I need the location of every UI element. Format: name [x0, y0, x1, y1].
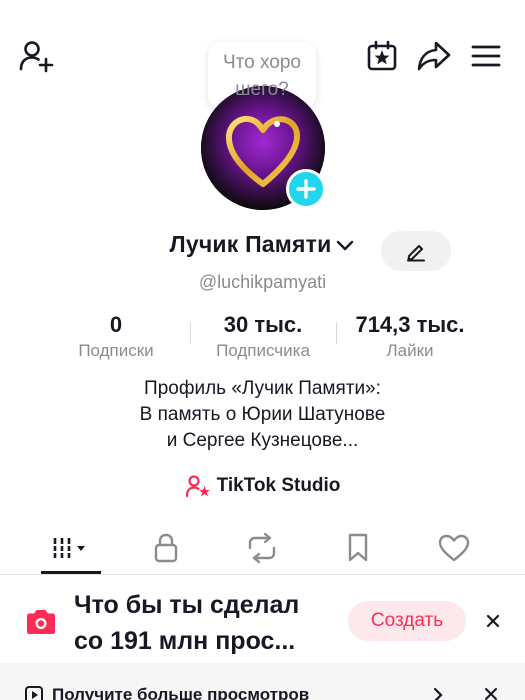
camera-icon — [27, 610, 55, 634]
tooltip-line-2: шего? — [235, 79, 289, 100]
promo-text: Что бы ты сделал со 191 млн прос... — [74, 587, 340, 659]
pencil-icon — [407, 245, 425, 262]
tooltip-line-1: Что хоро — [223, 52, 301, 73]
bio[interactable]: Профиль «Лучик Памяти»: В память о Юрии … — [0, 376, 525, 454]
username: @luchikpamyati — [198, 272, 327, 292]
promo-close-button[interactable] — [480, 605, 506, 637]
promo-banner[interactable]: Что бы ты сделал со 191 млн прос... Созд… — [0, 575, 525, 663]
followers-label: Подписчика — [216, 341, 310, 360]
boost-views-row: Получите больше просмотров — [24, 685, 309, 700]
bio-line-1: Профиль «Лучик Памяти»: — [144, 378, 381, 399]
edit-profile-button[interactable] — [381, 231, 451, 271]
chevron-right-icon — [433, 687, 443, 700]
create-button[interactable]: Создать — [348, 601, 466, 641]
share-icon — [417, 41, 451, 71]
tab-private[interactable] — [136, 522, 196, 574]
close-icon — [486, 614, 500, 628]
tab-bookmarks[interactable] — [328, 522, 388, 574]
profile-tabs — [0, 522, 525, 574]
following-count: 0 — [109, 312, 123, 337]
tooltip-bubble: Что хоро шего? — [208, 42, 316, 121]
repost-icon — [248, 532, 276, 564]
plus-icon — [296, 179, 316, 199]
promote-icon — [25, 686, 43, 700]
tab-videos[interactable] — [41, 522, 101, 574]
stat-likes[interactable]: 714,3 тыс. Лайки — [340, 312, 480, 362]
menu-button[interactable] — [464, 34, 508, 78]
videos-grid-icon — [52, 538, 85, 558]
share-button[interactable] — [412, 34, 456, 78]
bookmark-icon — [348, 533, 368, 562]
likes-count: 714,3 тыс. — [355, 312, 465, 337]
boost-views-text: Получите больше просмотров — [52, 685, 310, 700]
add-friend-icon — [19, 41, 54, 73]
add-friend-button[interactable] — [14, 34, 58, 78]
menu-icon — [471, 45, 501, 67]
display-name: Лучик Памяти — [169, 231, 332, 257]
tiktok-studio-label: TikTok Studio — [216, 475, 341, 496]
stat-following[interactable]: 0 Подписки — [66, 312, 166, 362]
likes-label: Лайки — [386, 341, 434, 360]
tab-reposts[interactable] — [232, 522, 292, 574]
bio-line-3: и Сергее Кузнецове... — [166, 430, 359, 451]
boost-views-banner[interactable]: Получите больше просмотров — [0, 663, 525, 700]
stat-divider — [190, 322, 191, 344]
heart-icon — [438, 534, 470, 562]
promo-line-1: Что бы ты сделал — [74, 591, 300, 619]
calendar-star-icon — [367, 40, 397, 71]
studio-person-star-icon — [185, 475, 210, 498]
close-icon[interactable] — [484, 687, 498, 700]
bio-line-2: В память о Юрии Шатунове — [139, 404, 386, 425]
followers-count: 30 тыс. — [223, 312, 303, 337]
promo-line-2: со 191 млн прос... — [74, 627, 296, 655]
calendar-button[interactable] — [360, 34, 404, 78]
tab-liked[interactable] — [424, 522, 484, 574]
tiktok-studio-link[interactable]: TikTok Studio — [0, 474, 525, 498]
lock-icon — [154, 533, 178, 563]
stat-divider — [336, 322, 337, 344]
stat-followers[interactable]: 30 тыс. Подписчика — [200, 312, 326, 362]
add-avatar-button[interactable] — [286, 169, 326, 209]
following-label: Подписки — [78, 341, 154, 360]
chevron-down-icon — [337, 240, 354, 250]
